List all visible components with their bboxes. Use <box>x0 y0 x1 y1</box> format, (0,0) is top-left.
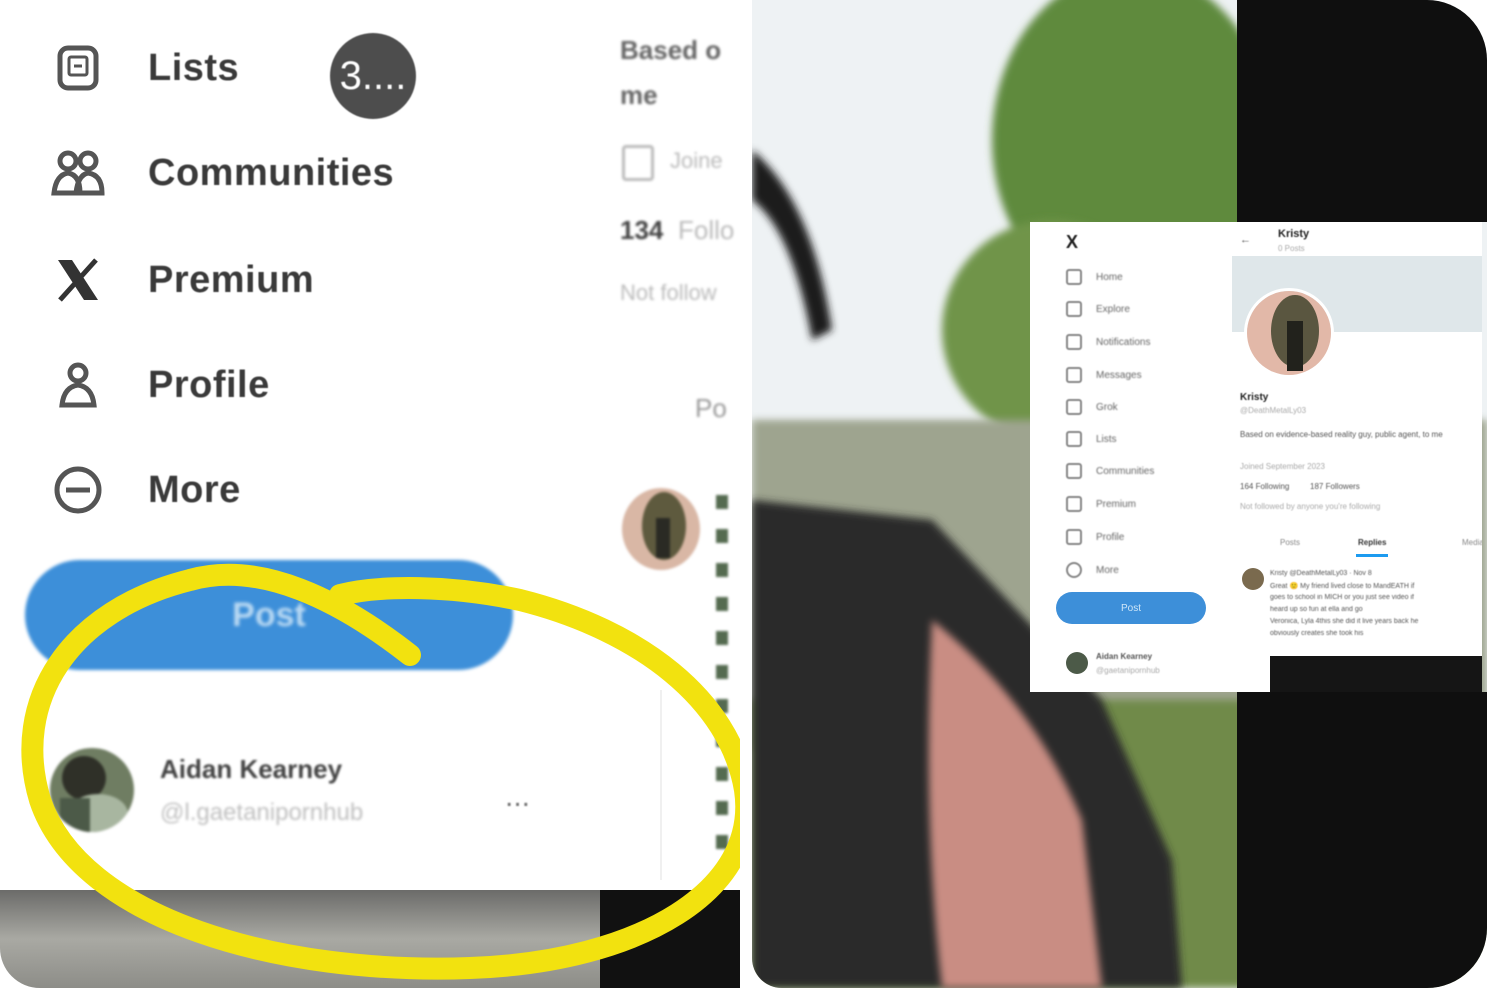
mini-account-name: Aidan Kearney <box>1096 652 1153 661</box>
x-logo-icon: X <box>1066 232 1079 252</box>
mini-account-handle: @gaetanipornhub <box>1096 666 1160 675</box>
mini-nav-home[interactable]: Home <box>1066 268 1123 286</box>
mini-nav-notifications[interactable]: Notifications <box>1066 333 1150 351</box>
profile-avatar <box>1244 288 1334 378</box>
profile-following[interactable]: 164 Following <box>1240 482 1289 491</box>
more-circle-icon <box>1066 562 1082 578</box>
profile-followers[interactable]: 187 Followers <box>1310 482 1360 491</box>
tab-posts[interactable]: Posts <box>1280 538 1300 547</box>
grok-icon <box>1066 399 1082 415</box>
profile-bio: Based on evidence-based reality guy, pub… <box>1240 430 1443 439</box>
list-icon <box>1066 431 1082 447</box>
tweet-line: goes to school in MICH or you just see v… <box>1270 594 1414 601</box>
tweet-line: Great 🙂 My friend lived close to MandEAT… <box>1270 583 1415 590</box>
x-logo-icon <box>1066 496 1082 512</box>
mail-icon <box>1066 367 1082 383</box>
tab-media[interactable]: Media <box>1462 538 1482 547</box>
tweet-line: Kristy @DeathMetalLy03 · Nov 8 <box>1270 570 1372 577</box>
home-icon <box>1066 269 1082 285</box>
profile-post-count: 0 Posts <box>1278 244 1305 253</box>
mini-post-button[interactable]: Post <box>1056 592 1206 624</box>
mini-nav-messages[interactable]: Messages <box>1066 366 1142 384</box>
mini-nav-grok[interactable]: Grok <box>1066 398 1118 416</box>
communities-icon <box>1066 463 1082 479</box>
profile-handle: @DeathMetalLy03 <box>1240 406 1307 415</box>
profile-display-name: Kristy <box>1240 392 1269 403</box>
profile-joined: Joined September 2023 <box>1240 462 1325 471</box>
sidebar-zoom-panel: Lists 3.... Communities Premium Profile … <box>0 0 740 988</box>
mini-nav-profile[interactable]: Profile <box>1066 528 1124 546</box>
tweet-line: Veronica, Lyla 4this she did it live yea… <box>1270 618 1419 625</box>
mini-nav-premium[interactable]: Premium <box>1066 495 1136 513</box>
profile-not-followed: Not followed by anyone you're following <box>1240 502 1381 511</box>
highlight-circle-annotation <box>21 563 740 980</box>
tweet-line: heard up so fun at ella and go <box>1270 606 1363 613</box>
bell-icon <box>1066 334 1082 350</box>
tweet-media[interactable] <box>1270 656 1482 692</box>
avatar <box>1066 652 1088 674</box>
profile-icon <box>1066 529 1082 545</box>
tweet-line: obviously creates she took his <box>1270 630 1364 637</box>
search-icon <box>1066 301 1082 317</box>
mini-nav-explore[interactable]: Explore <box>1066 300 1130 318</box>
avatar <box>1242 568 1264 590</box>
mini-nav-lists[interactable]: Lists <box>1066 430 1117 448</box>
active-tab-indicator <box>1356 554 1388 557</box>
mini-nav-communities[interactable]: Communities <box>1066 462 1154 480</box>
embedded-profile-screenshot: X Home Explore Notifications Messages Gr… <box>1030 222 1482 692</box>
profile-header-name: Kristy <box>1278 228 1310 240</box>
back-arrow-icon[interactable]: ← <box>1240 234 1251 246</box>
tab-replies[interactable]: Replies <box>1358 538 1386 547</box>
mini-nav-more[interactable]: More <box>1066 561 1119 579</box>
